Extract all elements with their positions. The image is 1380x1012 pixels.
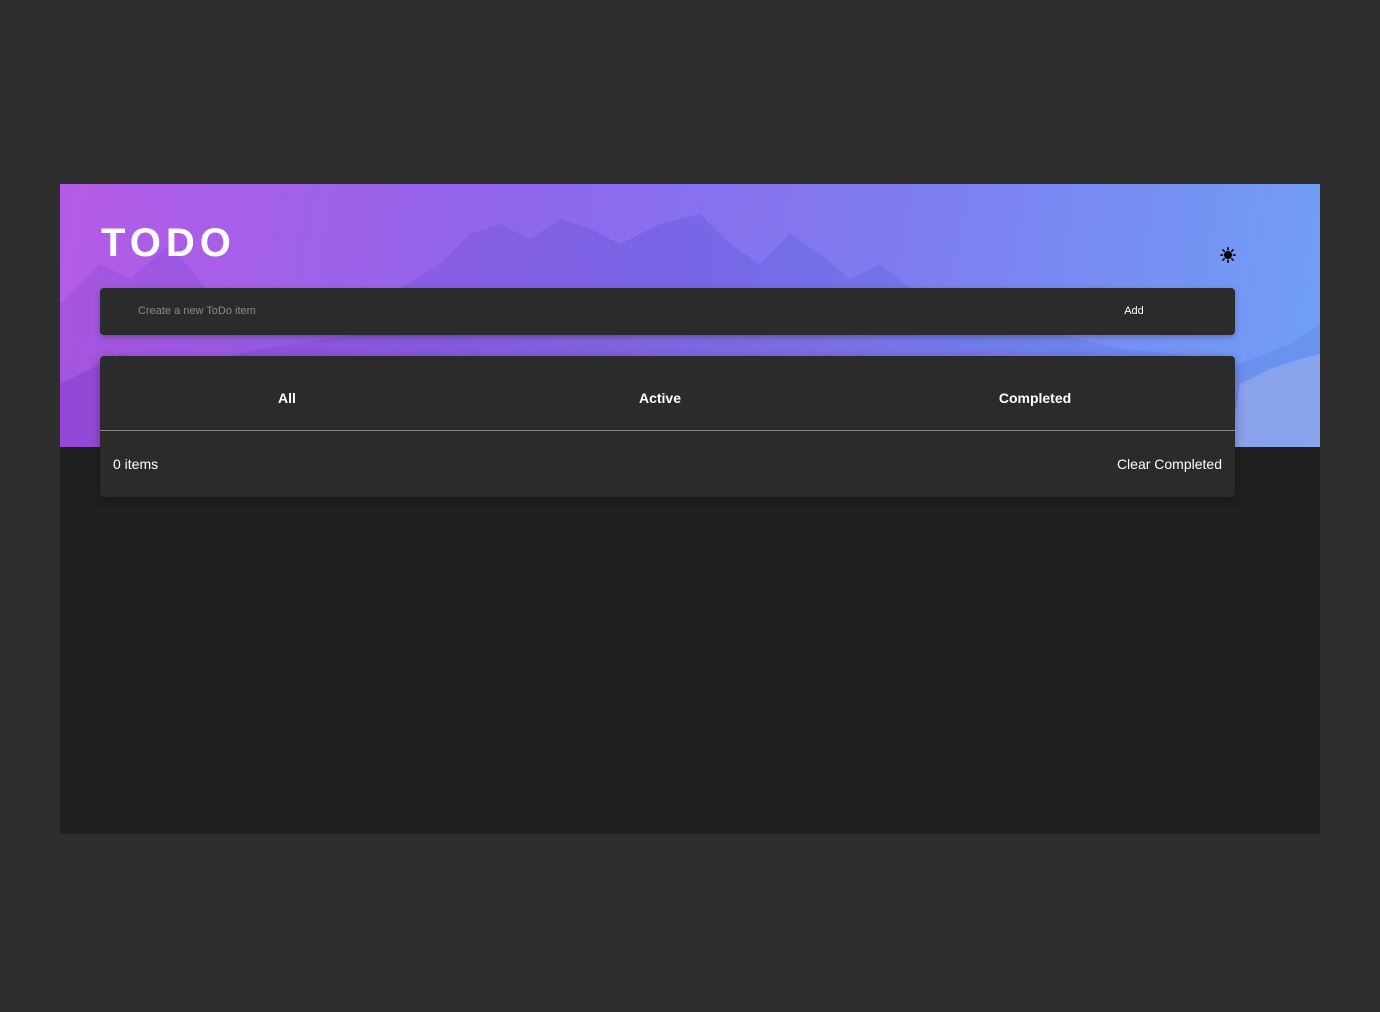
theme-toggle-button[interactable] xyxy=(1220,247,1236,263)
todo-list-panel: All Active Completed 0 items Clear Compl… xyxy=(100,356,1235,497)
filter-tabs: All Active Completed xyxy=(100,356,1235,431)
list-footer: 0 items Clear Completed xyxy=(100,431,1235,497)
items-count: 0 items xyxy=(113,456,159,472)
sun-icon xyxy=(1220,247,1236,263)
tab-all[interactable]: All xyxy=(227,356,347,430)
new-todo-form: Add xyxy=(100,288,1235,335)
page-title: TODO xyxy=(101,221,236,265)
clear-completed-button[interactable]: Clear Completed xyxy=(1117,456,1222,472)
todo-app: TODO Add All Active xyxy=(60,184,1320,834)
new-todo-input[interactable] xyxy=(138,298,1038,324)
add-button[interactable]: Add xyxy=(1104,300,1164,322)
tab-completed[interactable]: Completed xyxy=(975,356,1095,430)
tab-active[interactable]: Active xyxy=(600,356,720,430)
